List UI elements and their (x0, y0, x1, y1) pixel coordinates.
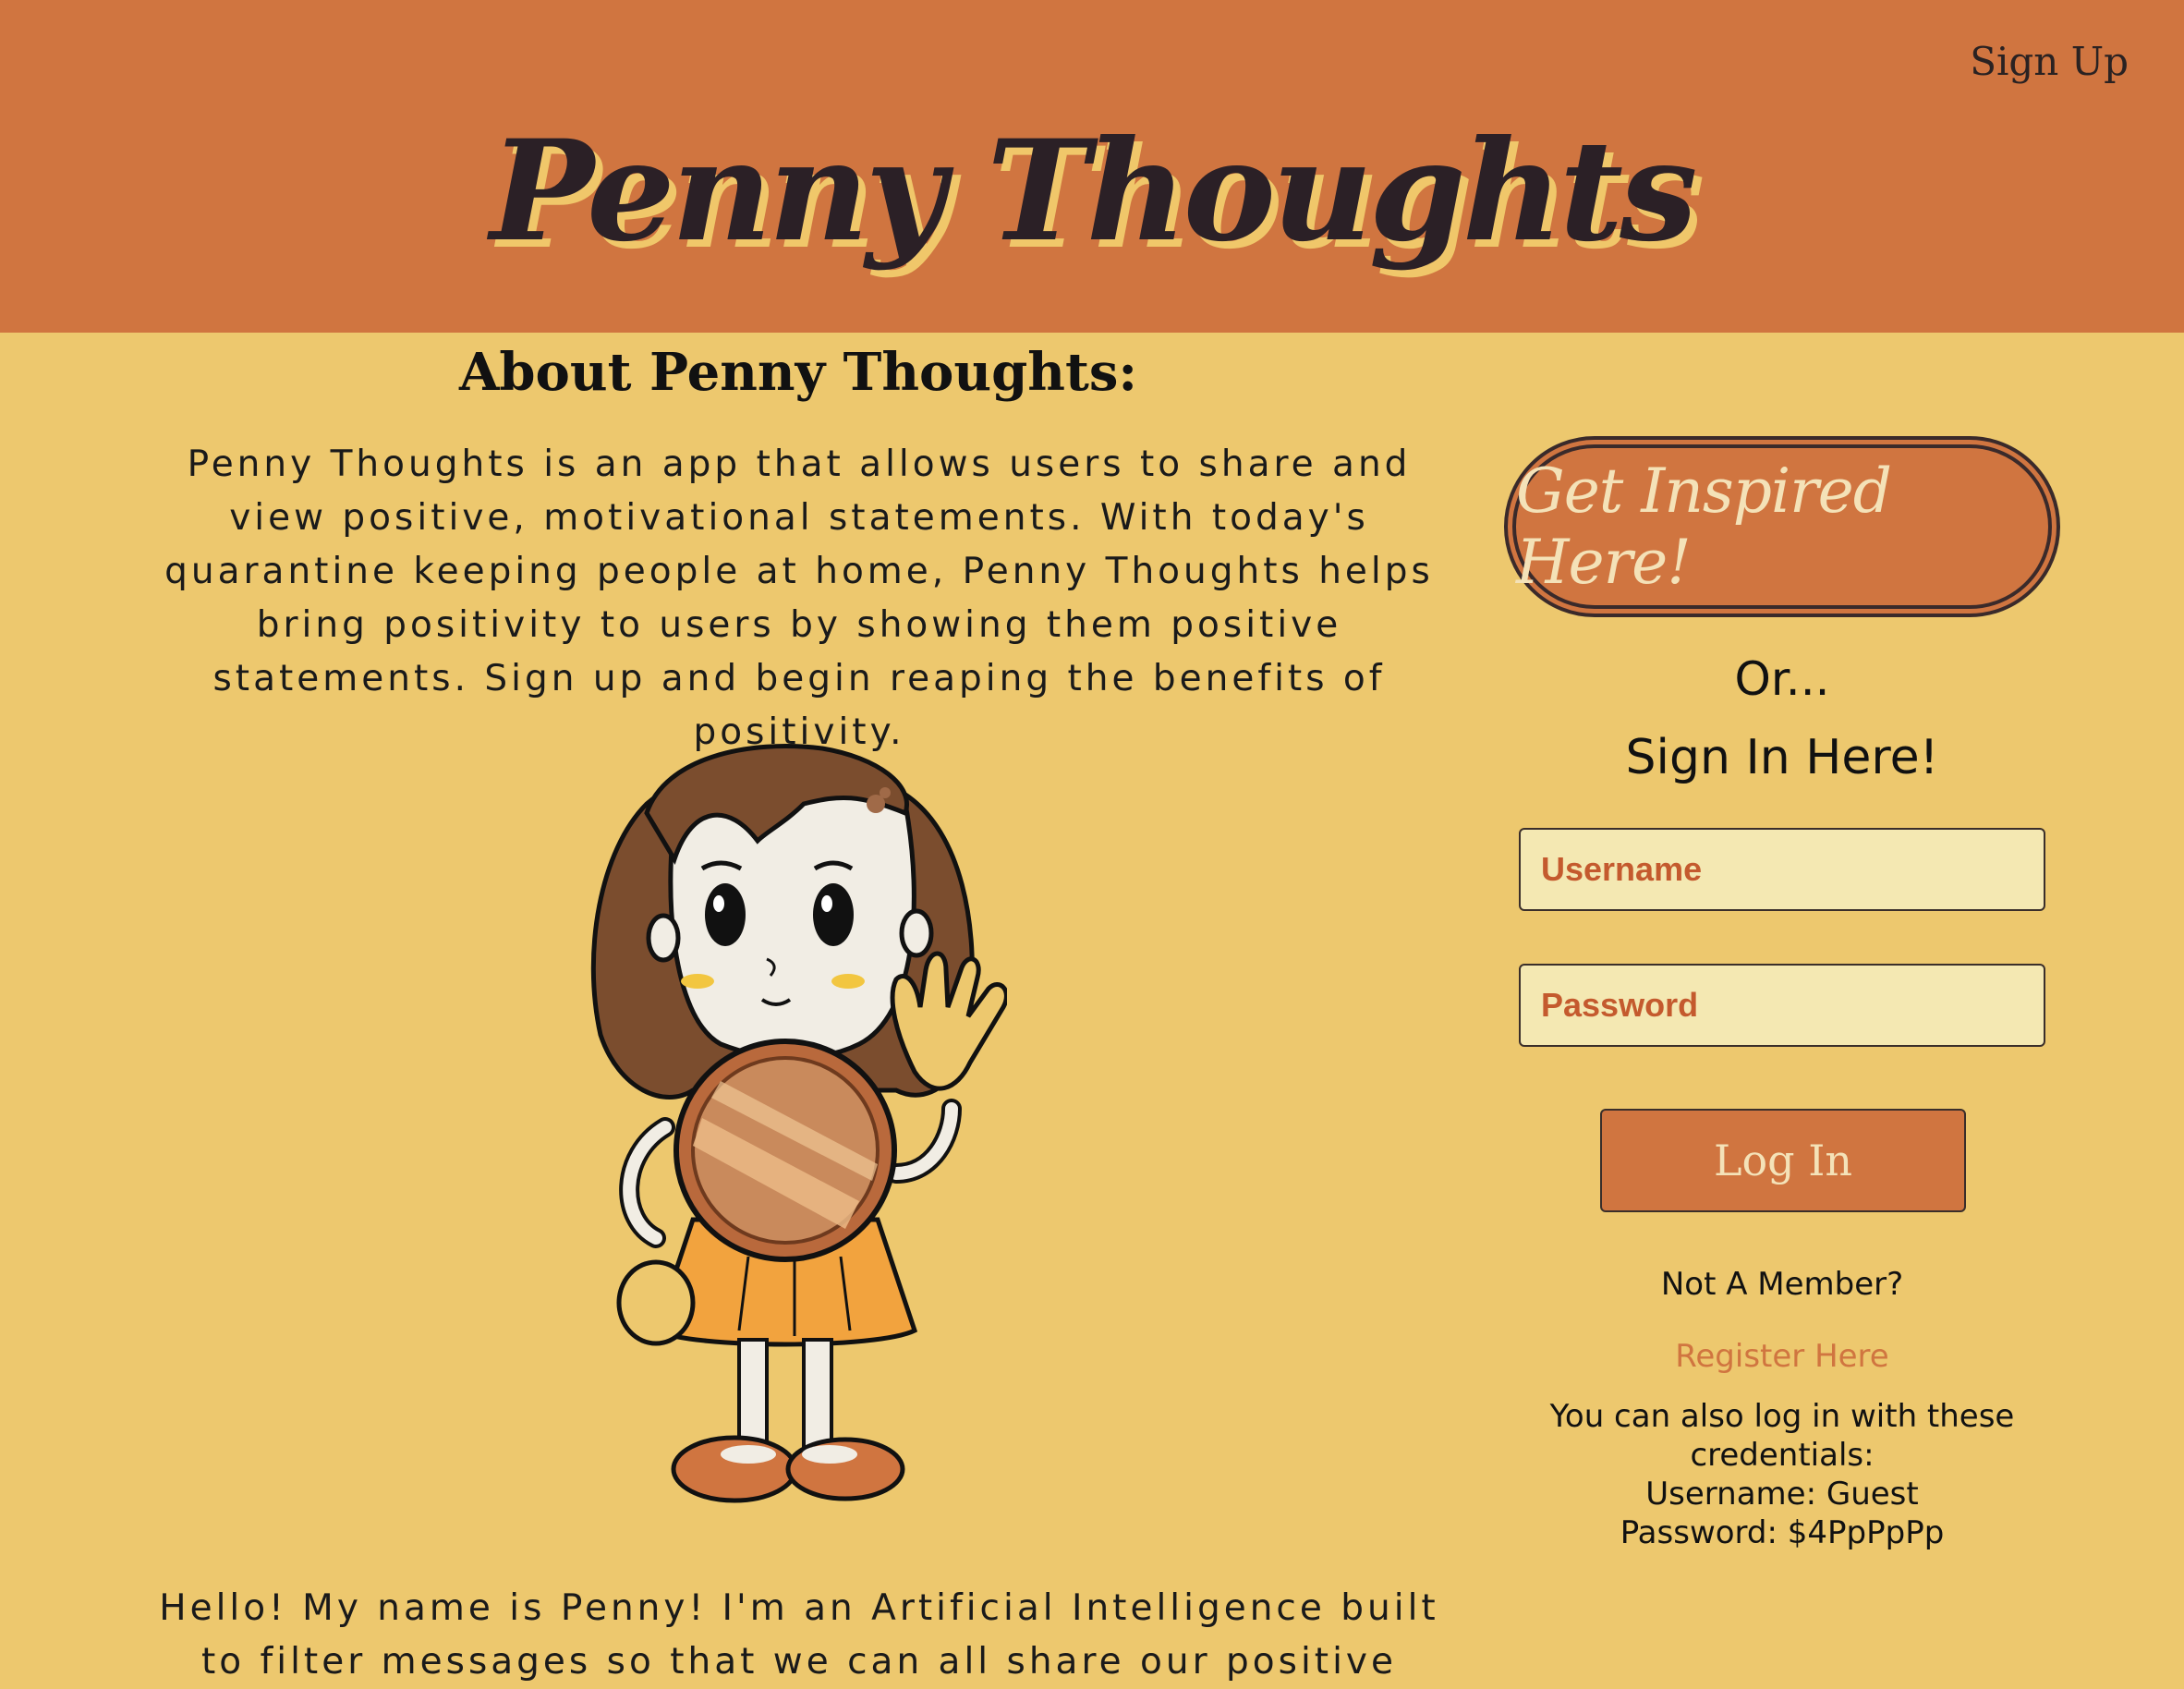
credentials-intro: You can also log in with these credentia… (1549, 1398, 2015, 1474)
guest-password: Password: $4PpPpPp (1620, 1514, 1945, 1551)
brand-title: Penny Thoughts (490, 110, 1697, 273)
signin-title: Sign In Here! (1625, 730, 1939, 785)
password-field[interactable] (1519, 964, 2045, 1047)
about-title: About Penny Thoughts: (458, 342, 1138, 403)
hello-text: Hello! My name is Penny! I'm an Artifici… (159, 1587, 1439, 1683)
signup-link[interactable]: Sign Up (1970, 39, 2129, 84)
or-separator: Or... (1734, 652, 1830, 706)
get-inspired-label: Get Inspired Here! (1512, 444, 2052, 609)
about-text: Penny Thoughts is an app that allows use… (164, 444, 1434, 753)
penny-mascot-illustration (590, 744, 1007, 1503)
guest-credentials: You can also log in with these credentia… (1504, 1397, 2060, 1552)
login-button[interactable]: Log In (1600, 1109, 1966, 1212)
guest-username: Username: Guest (1645, 1476, 1919, 1513)
register-link[interactable]: Register Here (1504, 1338, 2060, 1375)
get-inspired-button[interactable]: Get Inspired Here! (1504, 436, 2060, 617)
header-bar: Sign Up Penny Thoughts (0, 0, 2184, 333)
not-member-text: Not A Member? (1660, 1266, 1904, 1303)
username-field[interactable] (1519, 828, 2045, 911)
